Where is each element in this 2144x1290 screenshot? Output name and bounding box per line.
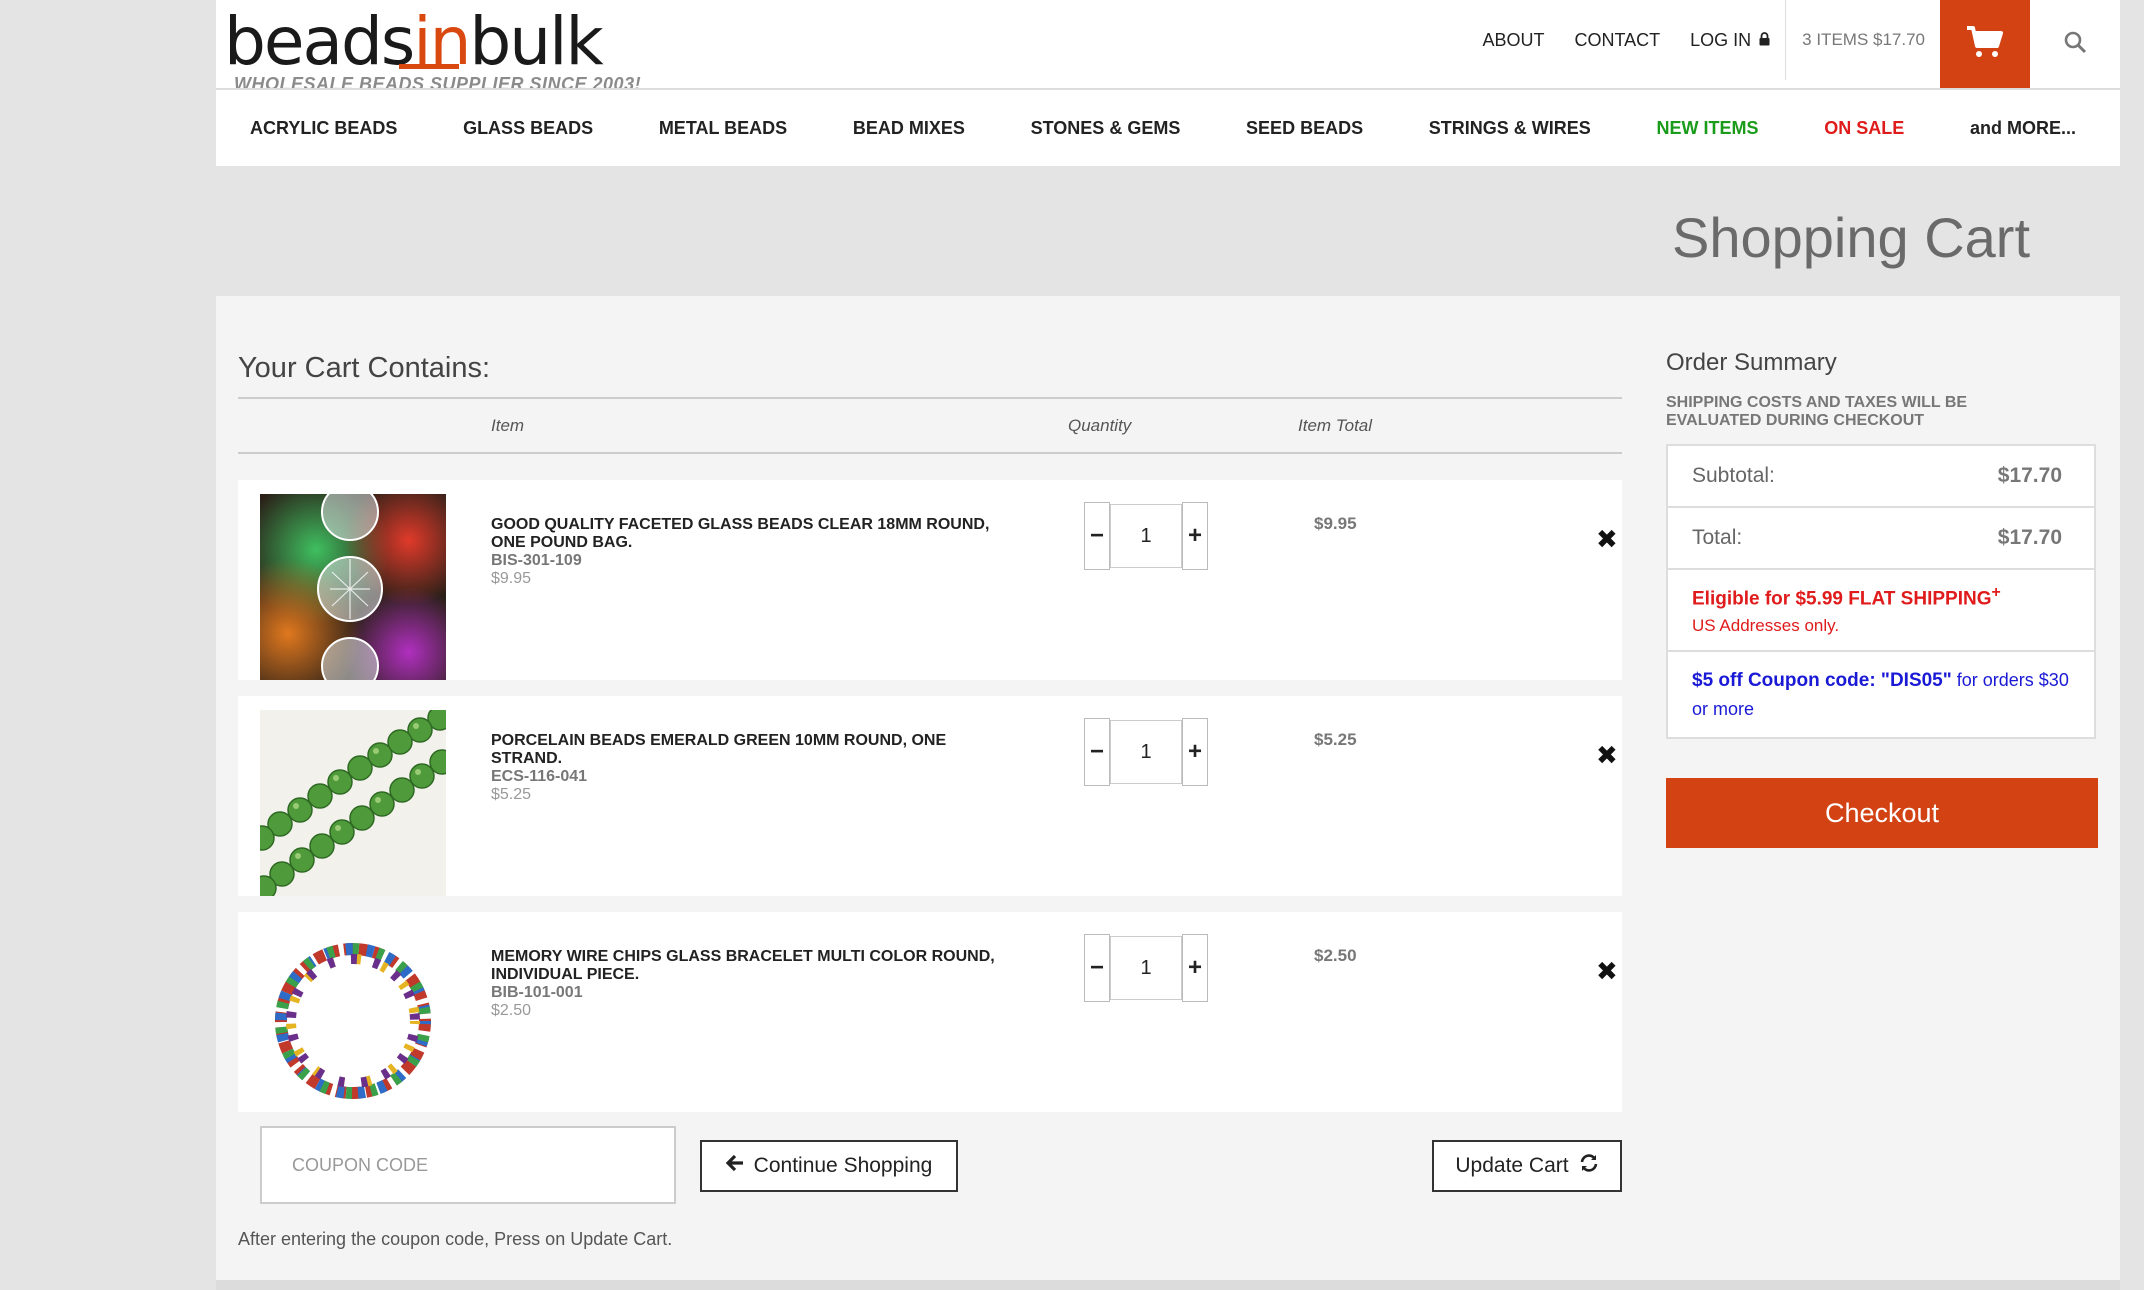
close-icon: ✖: [1596, 956, 1618, 986]
order-summary-heading: Order Summary: [1666, 349, 1837, 376]
top-navigation: ABOUT CONTACT LOG IN 3 ITEMS $17.70: [1467, 0, 2120, 88]
close-icon: ✖: [1596, 740, 1618, 770]
divider: [238, 397, 1622, 399]
col-header-item: Item: [491, 416, 525, 435]
product-sku: BIS-301-109: [491, 552, 582, 569]
site-logo[interactable]: beadsinbulk WHOLESALE BEADS SUPPLIER SIN…: [224, 4, 644, 95]
total-row: Total: $17.70: [1668, 508, 2094, 570]
lock-icon: [1759, 30, 1770, 51]
product-image[interactable]: [260, 926, 446, 1112]
nav-metal-beads[interactable]: METAL BEADS: [659, 118, 787, 139]
login-label: LOG IN: [1690, 29, 1752, 50]
cart-content: Your Cart Contains: Item Quantity Item T…: [216, 296, 2120, 1280]
cart-button[interactable]: [1940, 0, 2030, 88]
cart-icon: [1966, 25, 2004, 64]
product-image[interactable]: [260, 494, 446, 680]
product-sku: ECS-116-041: [491, 768, 588, 785]
nav-bead-mixes[interactable]: BEAD MIXES: [853, 118, 965, 139]
arrow-left-icon: [725, 1154, 744, 1178]
item-total: $5.25: [1314, 730, 1357, 749]
nav-contact[interactable]: CONTACT: [1559, 0, 1675, 80]
cart-item: PORCELAIN BEADS EMERALD GREEN 10MM ROUND…: [238, 696, 1622, 896]
nav-new-items[interactable]: NEW ITEMS: [1657, 118, 1759, 139]
coupon-help-text: After entering the coupon code, Press on…: [238, 1229, 673, 1249]
product-unit-price: $2.50: [491, 1002, 532, 1019]
quantity-input[interactable]: 1: [1110, 720, 1182, 784]
item-total: $9.95: [1314, 514, 1357, 533]
cart-item: MEMORY WIRE CHIPS GLASS BRACELET MULTI C…: [238, 912, 1622, 1112]
total-value: $17.70: [1997, 526, 2062, 549]
checkout-button[interactable]: Checkout: [1666, 778, 2098, 848]
quantity-input[interactable]: 1: [1110, 936, 1182, 1000]
quantity-stepper: − 1 +: [1084, 934, 1214, 1002]
nav-seed-beads[interactable]: SEED BEADS: [1246, 118, 1363, 139]
product-sku: BIB-101-001: [491, 984, 583, 1001]
quantity-stepper: − 1 +: [1084, 718, 1214, 786]
refresh-icon: [1579, 1153, 1599, 1179]
col-header-quantity: Quantity: [1068, 416, 1132, 435]
continue-shopping-label: Continue Shopping: [753, 1154, 933, 1177]
increase-quantity-button[interactable]: +: [1182, 934, 1208, 1002]
item-total: $2.50: [1314, 946, 1357, 965]
page-title: Shopping Cart: [1671, 206, 2030, 269]
quantity-stepper: − 1 +: [1084, 502, 1214, 570]
product-name[interactable]: GOOD QUALITY FACETED GLASS BEADS CLEAR 1…: [491, 516, 1011, 552]
product-unit-price: $5.25: [491, 786, 532, 803]
nav-login[interactable]: LOG IN: [1675, 0, 1785, 80]
subtotal-label: Subtotal:: [1692, 464, 1775, 487]
search-button[interactable]: [2030, 0, 2120, 88]
divider: [238, 452, 1622, 454]
col-header-total: Item Total: [1298, 416, 1373, 435]
nav-strings-wires[interactable]: STRINGS & WIRES: [1429, 118, 1591, 139]
shipping-promo-title: Eligible for $5.99 FLAT SHIPPING+: [1692, 584, 2001, 610]
quantity-input[interactable]: 1: [1110, 504, 1182, 568]
decrease-quantity-button[interactable]: −: [1084, 502, 1110, 570]
order-summary-note: SHIPPING COSTS AND TAXES WILL BE EVALUAT…: [1666, 394, 1968, 429]
update-cart-label: Update Cart: [1455, 1154, 1569, 1177]
remove-item-button[interactable]: ✖: [1596, 524, 1618, 555]
nav-more[interactable]: and MORE...: [1970, 118, 2076, 139]
coupon-promo: $5 off Coupon code: "DIS05" for orders $…: [1668, 652, 2094, 737]
subtotal-row: Subtotal: $17.70: [1668, 446, 2094, 508]
nav-glass-beads[interactable]: GLASS BEADS: [463, 118, 593, 139]
cart-summary[interactable]: 3 ITEMS $17.70: [1785, 0, 1940, 80]
product-image[interactable]: [260, 710, 446, 896]
total-label: Total:: [1692, 526, 1743, 549]
category-nav: ACRYLIC BEADS GLASS BEADS METAL BEADS BE…: [216, 90, 2120, 166]
continue-shopping-button[interactable]: Continue Shopping: [700, 1140, 958, 1192]
nav-about[interactable]: ABOUT: [1467, 0, 1559, 80]
decrease-quantity-button[interactable]: −: [1084, 718, 1110, 786]
nav-acrylic-beads[interactable]: ACRYLIC BEADS: [250, 118, 397, 139]
shipping-promo-note: US Addresses only.: [1692, 616, 1840, 636]
page-footer-edge: [216, 1280, 2120, 1290]
product-name[interactable]: PORCELAIN BEADS EMERALD GREEN 10MM ROUND…: [491, 732, 1011, 768]
coupon-code-input[interactable]: COUPON CODE: [260, 1126, 676, 1204]
product-name[interactable]: MEMORY WIRE CHIPS GLASS BRACELET MULTI C…: [491, 948, 1011, 984]
logo-underline: [399, 64, 459, 69]
shipping-promo: Eligible for $5.99 FLAT SHIPPING+ US Add…: [1668, 570, 2094, 653]
subtotal-value: $17.70: [1997, 464, 2062, 487]
order-summary-box: Subtotal: $17.70 Total: $17.70 Eligible …: [1666, 444, 2096, 740]
shipping-promo-mark: +: [1991, 584, 2001, 601]
increase-quantity-button[interactable]: +: [1182, 502, 1208, 570]
cart-heading: Your Cart Contains:: [238, 352, 491, 384]
cart-item: GOOD QUALITY FACETED GLASS BEADS CLEAR 1…: [238, 480, 1622, 680]
search-icon: [2063, 30, 2087, 59]
increase-quantity-button[interactable]: +: [1182, 718, 1208, 786]
coupon-promo-text: $5 off Coupon code: "DIS05" for orders $…: [1692, 670, 2069, 720]
remove-item-button[interactable]: ✖: [1596, 740, 1618, 771]
close-icon: ✖: [1596, 524, 1618, 554]
product-unit-price: $9.95: [491, 570, 532, 587]
decrease-quantity-button[interactable]: −: [1084, 934, 1110, 1002]
remove-item-button[interactable]: ✖: [1596, 956, 1618, 987]
nav-on-sale[interactable]: ON SALE: [1824, 118, 1904, 139]
site-header: beadsinbulk WHOLESALE BEADS SUPPLIER SIN…: [216, 0, 2120, 166]
page: beadsinbulk WHOLESALE BEADS SUPPLIER SIN…: [216, 0, 2120, 1290]
nav-stones-gems[interactable]: STONES & GEMS: [1031, 118, 1181, 139]
update-cart-button[interactable]: Update Cart: [1432, 1140, 1622, 1192]
